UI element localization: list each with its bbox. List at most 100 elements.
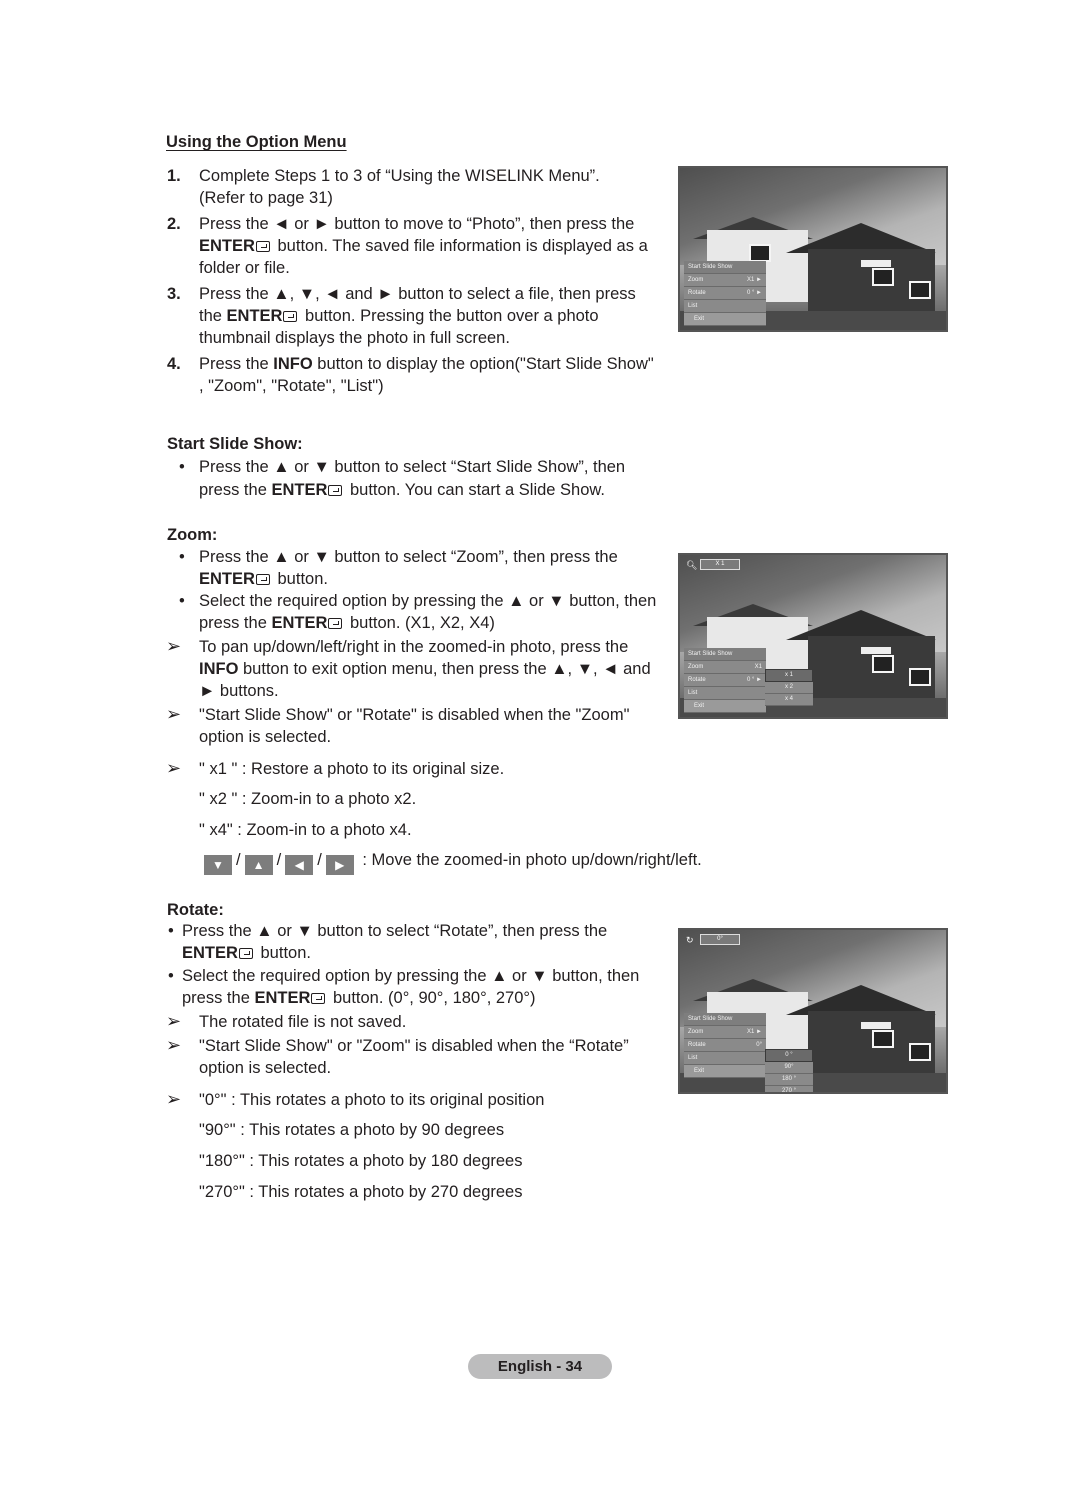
rotate-indicator: ↻ 0°: [686, 934, 740, 945]
osd-label: Rotate: [688, 1042, 706, 1048]
osd-value: 0 ° ►: [746, 290, 762, 296]
osd-item-list[interactable]: List: [684, 687, 766, 700]
rotate-option[interactable]: 180 °: [765, 1074, 813, 1086]
bullet-text: ENTER button.: [182, 942, 311, 964]
angle-text: "180°" : This rotates a photo by 180 deg…: [199, 1152, 523, 1170]
rotate-icon: ↻: [686, 934, 694, 945]
text-part: press the: [199, 481, 272, 499]
house-sign: [860, 1022, 891, 1030]
osd-value: X1 ►: [747, 277, 762, 283]
note-text: option is selected.: [199, 728, 332, 746]
note-arrow-icon: ➢: [166, 1035, 182, 1055]
step-number: 2.: [167, 215, 181, 233]
osd-item-start-slide-show[interactable]: Start Slide Show: [684, 1013, 766, 1026]
info-key-label: INFO: [199, 660, 239, 678]
window: [871, 655, 894, 674]
separator: /: [236, 851, 241, 869]
text-part: press the: [182, 989, 255, 1007]
osd-label: Start Slide Show: [688, 1016, 733, 1022]
enter-icon: [311, 993, 326, 1004]
zoom-option[interactable]: x 4: [765, 694, 813, 706]
osd-value: X1 ►: [747, 1029, 762, 1035]
osd-item-rotate[interactable]: Rotate 0 ° ►: [684, 674, 766, 687]
enter-icon: [328, 485, 343, 496]
zoom-level-text: " x4" : Zoom-in to a photo x4.: [199, 821, 412, 839]
bullet-text: Select the required option by pressing t…: [199, 592, 657, 610]
step-text: Press the ◄ or ► button to move to “Phot…: [199, 215, 635, 233]
rotate-option[interactable]: 270 °: [765, 1086, 813, 1092]
enter-icon: [238, 948, 253, 959]
rotate-angle-display: 0°: [700, 934, 740, 945]
osd-label: Zoom: [688, 664, 704, 670]
angle-text: "270°" : This rotates a photo by 270 deg…: [199, 1183, 523, 1201]
text-part: press the: [199, 614, 272, 632]
note-arrow-icon: ➢: [166, 636, 182, 656]
osd-option-menu: Start Slide Show Zoom X1 ► Rotate 0° List …: [684, 1013, 766, 1078]
bullet-text: Press the ▲ or ▼ button to select “Start…: [199, 458, 626, 476]
osd-item-start-slide-show[interactable]: Start Slide Show: [684, 648, 766, 661]
right-arrow-icon: ▶: [325, 855, 354, 875]
zoom-option[interactable]: x 1: [765, 669, 813, 682]
osd-item-list[interactable]: List: [684, 1052, 766, 1065]
osd-value: 0 ° ►: [746, 677, 762, 683]
step-text: ENTER button. The saved file information…: [199, 235, 648, 257]
step-text: Complete Steps 1 to 3 of “Using the WISE…: [199, 167, 600, 185]
enter-key-label: ENTER: [226, 307, 283, 325]
house-sign: [860, 260, 891, 268]
osd-option-menu: Start Slide Show Zoom X1 Rotate 0 ° ► List…: [684, 648, 766, 713]
osd-item-exit[interactable]: Exit: [684, 313, 766, 326]
osd-label: Start Slide Show: [688, 651, 733, 657]
note-arrow-icon: ➢: [166, 1011, 182, 1031]
bullet-icon: •: [179, 548, 185, 566]
separator: /: [276, 851, 282, 869]
enter-key-label: ENTER: [199, 570, 255, 588]
option-menu-screenshot: Start Slide Show Zoom X1 ► Rotate 0 ° ► Li…: [678, 166, 948, 332]
up-arrow-icon: ▲: [244, 855, 273, 875]
window: [871, 1030, 894, 1049]
bullet-text: ENTER button.: [199, 568, 328, 590]
osd-item-start-slide-show[interactable]: Start Slide Show: [684, 261, 766, 274]
section-title: Using the Option Menu: [166, 133, 347, 151]
text-part: button. (0°, 90°, 180°, 270°): [328, 989, 536, 1007]
osd-item-rotate[interactable]: Rotate 0 ° ►: [684, 287, 766, 300]
rotate-option[interactable]: 90°: [765, 1062, 813, 1074]
note-text: "Start Slide Show" or "Rotate" is disabl…: [199, 706, 630, 724]
nav-buttons-legend: ▼ / ▲ / ◀ / ▶ : Move the zoomed-in photo up/do…: [204, 849, 702, 875]
osd-item-list[interactable]: List: [684, 300, 766, 313]
osd-item-rotate[interactable]: Rotate 0°: [684, 1039, 766, 1052]
note-text: The rotated file is not saved.: [199, 1013, 407, 1031]
angle-text: "0°" : This rotates a photo to its origi…: [199, 1091, 545, 1109]
osd-item-zoom[interactable]: Zoom X1 ►: [684, 1026, 766, 1039]
enter-key-label: ENTER: [271, 481, 328, 499]
step-text-part: button to display the option("Start Slid…: [312, 355, 654, 373]
note-text: INFO button to exit option menu, then pr…: [199, 658, 651, 680]
step-text: the ENTER button. Pressing the button ov…: [199, 305, 599, 327]
enter-key-label: ENTER: [182, 944, 238, 962]
window: [908, 281, 931, 300]
osd-label: List: [688, 1055, 698, 1061]
bullet-text: Select the required option by pressing t…: [182, 967, 640, 985]
note-arrow-icon: ➢: [166, 758, 182, 778]
angle-text: "90°" : This rotates a photo by 90 degre…: [199, 1121, 505, 1139]
osd-label: Exit: [694, 316, 705, 322]
enter-icon: [328, 618, 343, 629]
zoom-option[interactable]: x 2: [765, 682, 813, 694]
step-text: Press the ▲, ▼, ◄ and ► button to select…: [199, 285, 636, 303]
osd-item-exit[interactable]: Exit: [684, 1065, 766, 1078]
osd-label: Exit: [694, 703, 705, 709]
osd-item-zoom[interactable]: Zoom X1: [684, 661, 766, 674]
osd-label: List: [688, 303, 698, 309]
osd-option-menu: Start Slide Show Zoom X1 ► Rotate 0 ° ► Li…: [684, 261, 766, 326]
osd-item-exit[interactable]: Exit: [684, 700, 766, 713]
note-text: ► buttons.: [199, 682, 279, 700]
rotate-screenshot: ↻ 0° Start Slide Show Zoom X1 ► Rotate 0° …: [678, 928, 948, 1094]
down-arrow-icon: ▼: [204, 855, 232, 875]
osd-item-zoom[interactable]: Zoom X1 ►: [684, 274, 766, 287]
osd-label: Zoom: [688, 277, 704, 283]
osd-label: Zoom: [688, 1029, 704, 1035]
rotate-option[interactable]: 0 °: [765, 1049, 813, 1062]
bullet-text: Press the ▲ or ▼ button to select “Rotat…: [182, 922, 608, 940]
bullet-icon: •: [179, 592, 185, 610]
window: [908, 1043, 931, 1062]
step-text-part: button. Pressing the button over a photo: [300, 307, 599, 325]
